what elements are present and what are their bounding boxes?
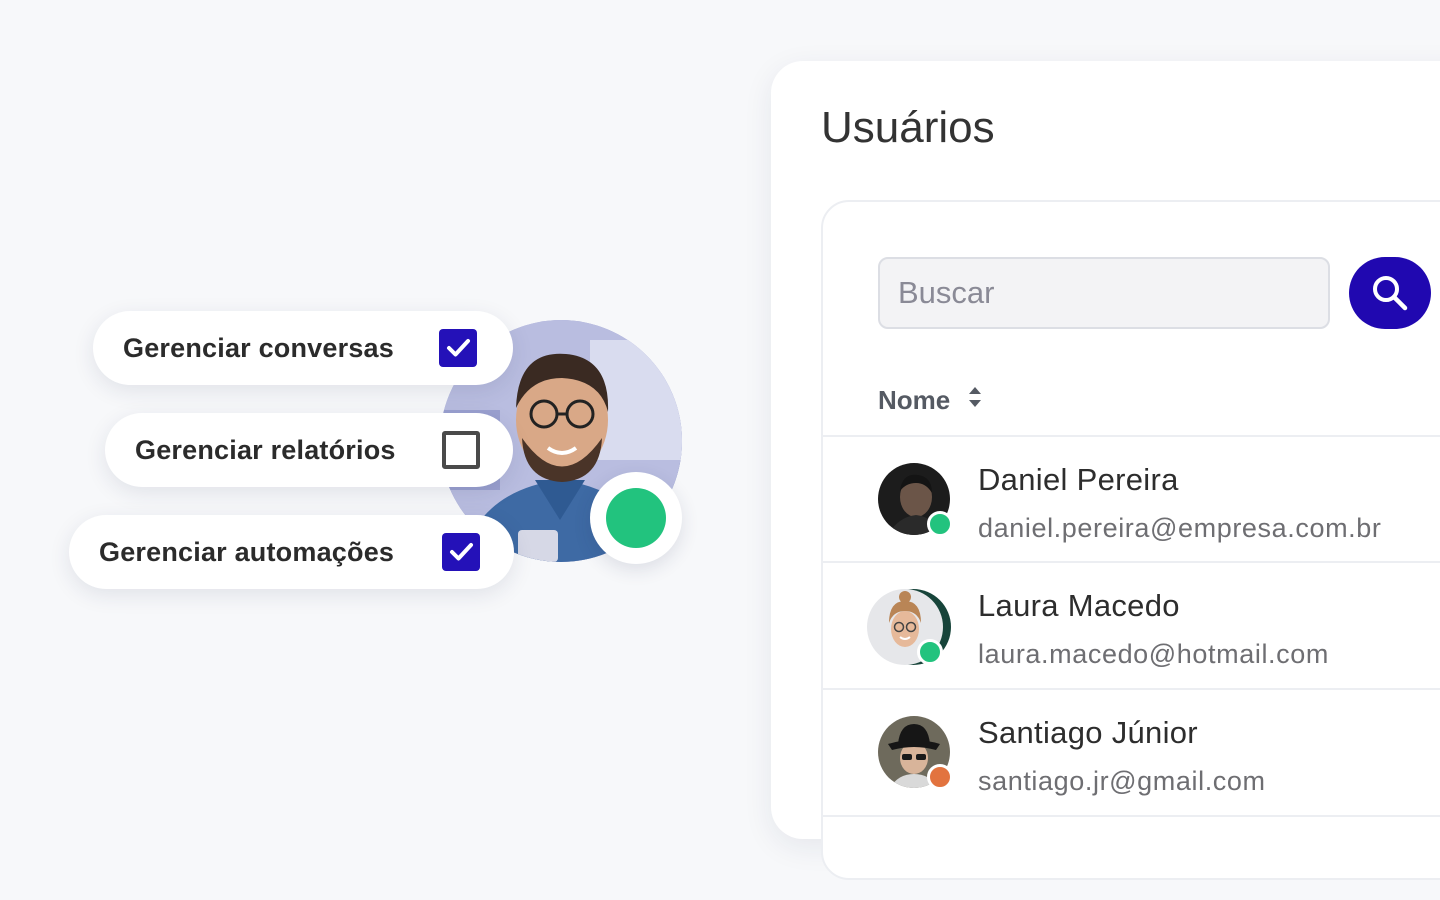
- online-status-dot: [606, 488, 666, 548]
- permission-manage-reports[interactable]: Gerenciar relatórios: [105, 413, 513, 487]
- users-panel: Usuários Nome: [771, 61, 1440, 880]
- user-name: Santiago Júnior: [978, 715, 1198, 750]
- table-row[interactable]: Daniel Pereira daniel.pereira@empresa.co…: [823, 437, 1440, 561]
- user-email: santiago.jr@gmail.com: [978, 766, 1266, 796]
- hero-user-status-badge: [590, 472, 682, 564]
- permission-checkbox-checked[interactable]: [442, 533, 480, 571]
- table-row[interactable]: Laura Macedo laura.macedo@hotmail.com: [823, 563, 1440, 687]
- permission-label: Gerenciar relatórios: [135, 434, 396, 465]
- permission-label: Gerenciar conversas: [123, 332, 394, 363]
- checkmark-icon: [450, 543, 473, 561]
- page-title: Usuários: [821, 103, 995, 152]
- user-name: Laura Macedo: [978, 588, 1180, 623]
- search-icon: [1373, 276, 1408, 311]
- permission-checkbox-unchecked[interactable]: [442, 431, 480, 469]
- user-email: laura.macedo@hotmail.com: [978, 639, 1329, 669]
- user-email: daniel.pereira@empresa.com.br: [978, 513, 1382, 543]
- stage: Gerenciar conversas Gerenciar relatórios…: [0, 0, 1440, 900]
- permission-label: Gerenciar automações: [99, 536, 395, 567]
- users-table-card: Nome: [821, 200, 1440, 880]
- sort-icon[interactable]: [968, 384, 982, 417]
- online-status-dot: [917, 639, 943, 665]
- permission-manage-automations[interactable]: Gerenciar automações: [69, 515, 514, 589]
- away-status-dot: [927, 764, 953, 790]
- column-header-label: Nome: [878, 385, 951, 415]
- user-name: Daniel Pereira: [978, 462, 1179, 497]
- permission-manage-conversations[interactable]: Gerenciar conversas: [93, 311, 513, 385]
- table-row[interactable]: Santiago Júnior santiago.jr@gmail.com: [823, 690, 1440, 814]
- search-input[interactable]: [878, 257, 1330, 329]
- online-status-dot: [927, 511, 953, 537]
- permission-checkbox-checked[interactable]: [439, 329, 477, 367]
- checkmark-icon: [447, 339, 470, 357]
- search-button[interactable]: [1349, 257, 1431, 329]
- table-divider: [823, 815, 1440, 817]
- column-header-name[interactable]: Nome: [878, 384, 982, 417]
